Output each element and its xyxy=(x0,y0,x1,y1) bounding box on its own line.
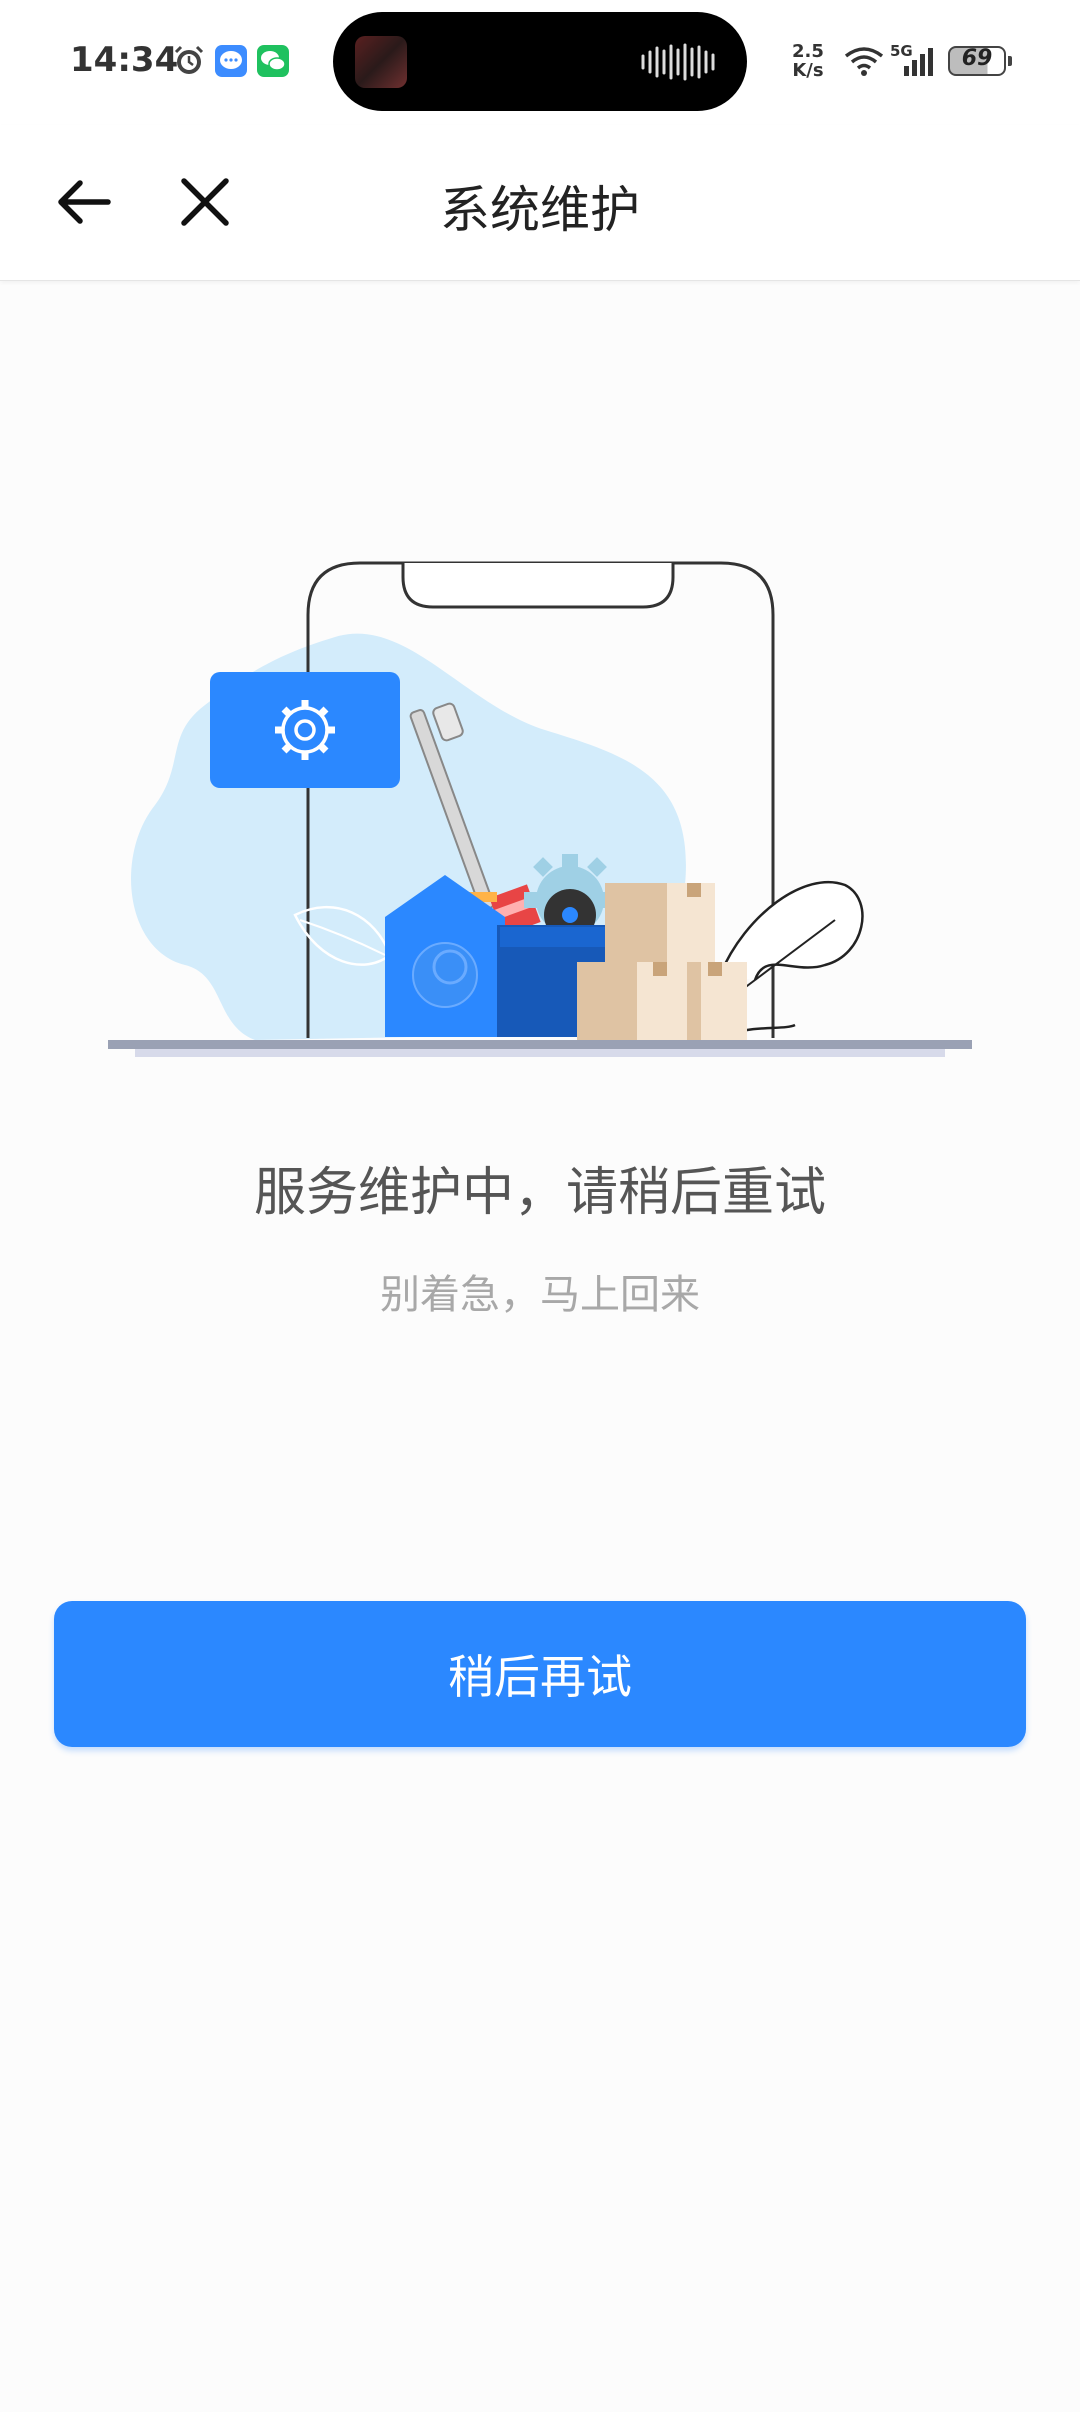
wechat-icon xyxy=(257,45,289,77)
status-bar: 14:34 2.5 K/s 5G 69 xyxy=(0,0,1080,125)
message-icon xyxy=(215,45,247,77)
retry-later-button[interactable]: 稍后再试 xyxy=(54,1601,1026,1747)
network-speed: 2.5 K/s xyxy=(792,41,824,81)
signal-icon xyxy=(904,48,933,76)
status-time: 14:34 xyxy=(70,40,179,80)
page-title: 系统维护 xyxy=(440,181,640,239)
maintenance-message: 服务维护中，请稍后重试 xyxy=(253,1163,826,1223)
ground-shadow xyxy=(135,1049,945,1057)
maintenance-illustration xyxy=(108,561,972,1057)
app-header: 系统维护 xyxy=(0,125,1080,281)
battery-level: 69 xyxy=(961,46,993,71)
battery-icon: 69 xyxy=(948,46,1012,76)
alarm-icon xyxy=(174,45,204,74)
dynamic-island[interactable] xyxy=(333,12,747,111)
ground-line xyxy=(108,1040,972,1049)
settings-card xyxy=(210,672,400,788)
phone-notch xyxy=(401,563,675,609)
media-thumbnail xyxy=(355,36,407,88)
wifi-icon xyxy=(844,47,884,76)
maintenance-sub-message: 别着急，马上回来 xyxy=(380,1272,700,1318)
audio-wave-icon xyxy=(641,43,715,81)
